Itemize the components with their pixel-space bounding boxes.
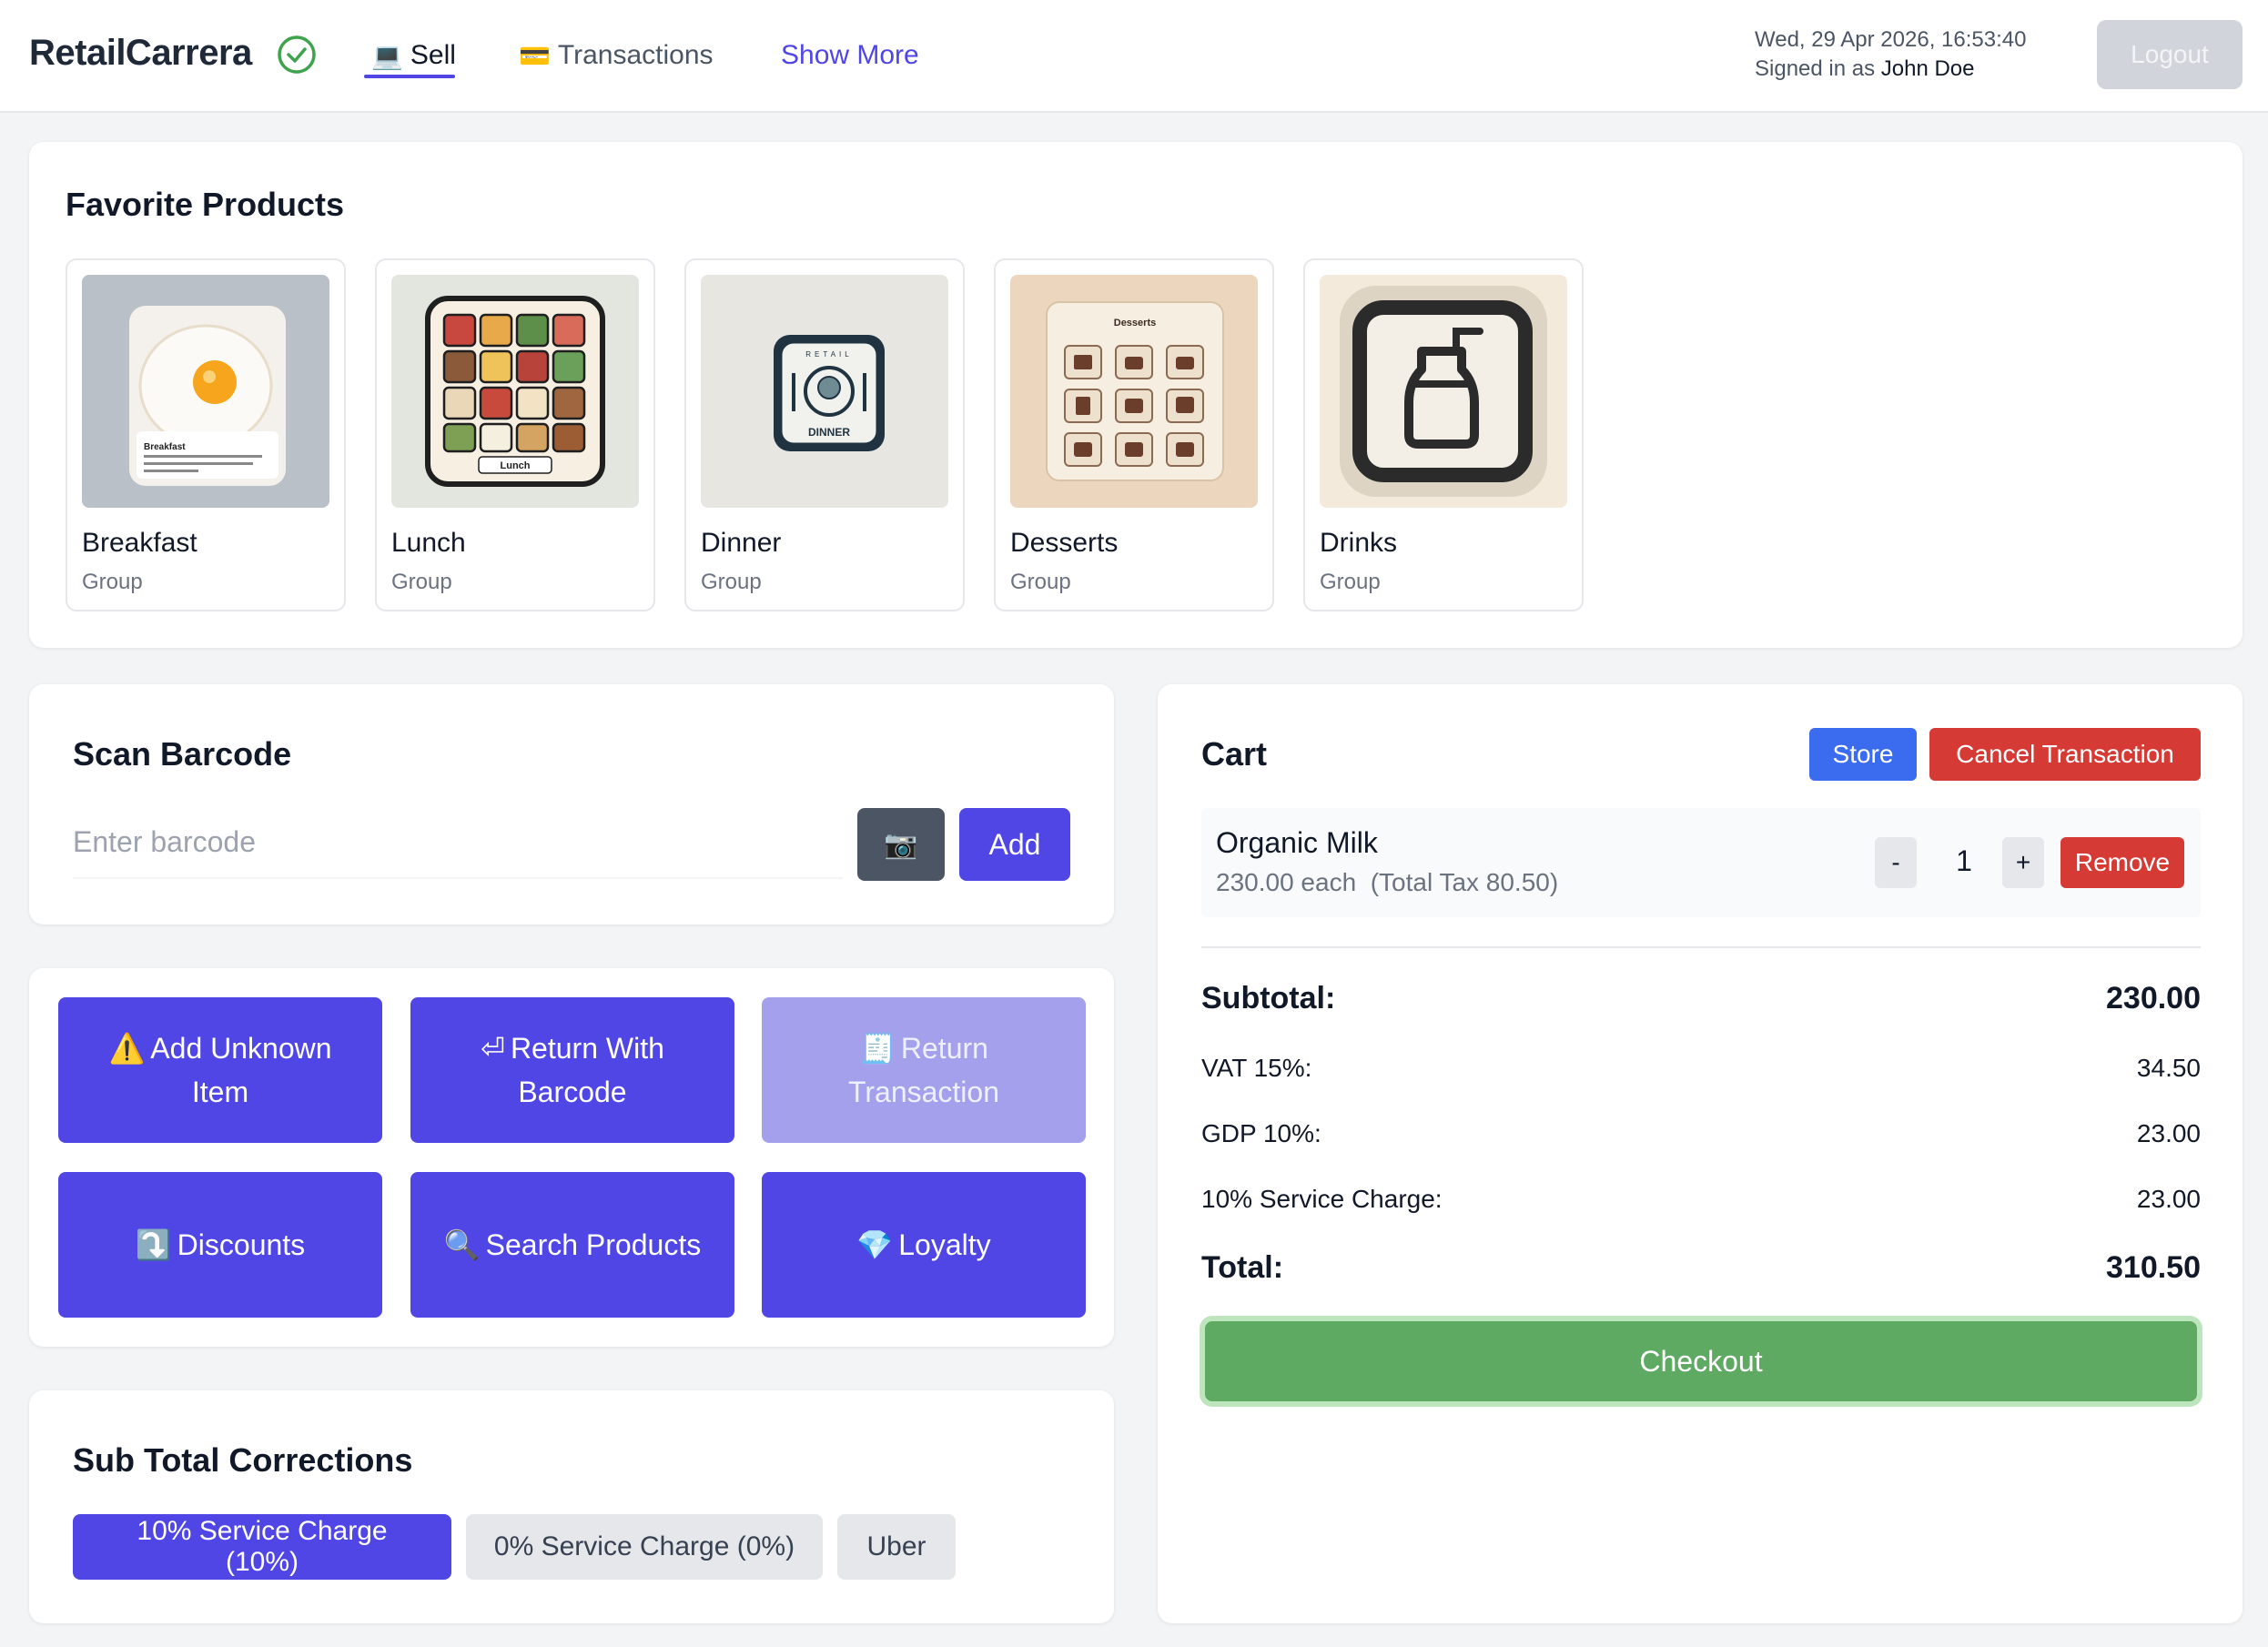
search-products-button[interactable]: 🔍 Search Products (410, 1172, 734, 1318)
favorite-tile-lunch[interactable]: Lunch Lunch Group (375, 258, 655, 611)
gem-icon: 💎 (856, 1228, 894, 1261)
increase-quantity-button[interactable]: + (2002, 837, 2044, 888)
cart-item-quantity: 1 (1956, 844, 1972, 877)
checkout-button[interactable]: Checkout (1205, 1321, 2197, 1401)
subtotal-label: Subtotal: (1201, 981, 1336, 1015)
camera-icon: 📷 (884, 829, 918, 860)
return-arrow-icon: ⏎ (481, 1032, 505, 1065)
vat-value: 34.50 (2136, 1054, 2201, 1082)
favorite-tile-desserts[interactable]: Desserts Desserts Group (994, 258, 1274, 611)
favorite-type: Group (82, 570, 143, 594)
total-row: Total: 310.50 (1201, 1250, 2201, 1286)
nav-show-more[interactable]: Show More (781, 40, 919, 71)
scan-barcode-panel (29, 684, 1114, 925)
signed-in-prefix: Signed in as (1755, 56, 1876, 81)
online-check-icon (278, 35, 316, 74)
desserts-image-label: Desserts (1114, 318, 1156, 328)
return-with-barcode-button[interactable]: ⏎ Return With Barcode (410, 997, 734, 1143)
cart-title: Cart (1201, 735, 1268, 773)
discount-arrow-icon: ⤵️ (135, 1228, 172, 1261)
nav-sell[interactable]: 💻 Sell (371, 40, 456, 71)
favorite-type: Group (1010, 570, 1071, 594)
action-label: Add Unknown Item (150, 1032, 332, 1108)
warning-icon: ⚠️ (108, 1032, 146, 1065)
discounts-button[interactable]: ⤵️ Discounts (58, 1172, 382, 1318)
subtotal-row: Subtotal: 230.00 (1201, 981, 2201, 1016)
service-charge-row: 10% Service Charge: 23.00 (1201, 1185, 2201, 1214)
favorite-name: Lunch (391, 528, 466, 558)
loyalty-button[interactable]: 💎 Loyalty (762, 1172, 1086, 1318)
service-charge-label: 10% Service Charge: (1201, 1185, 1443, 1213)
subtotal-corrections-title: Sub Total Corrections (73, 1441, 413, 1479)
cart-divider (1201, 946, 2201, 948)
favorite-type: Group (701, 570, 762, 594)
action-label: Search Products (485, 1228, 702, 1261)
add-unknown-item-button[interactable]: ⚠️ Add Unknown Item (58, 997, 382, 1143)
remove-item-button[interactable]: Remove (2060, 837, 2184, 888)
drinks-image (1320, 275, 1567, 508)
favorite-name: Breakfast (82, 528, 197, 558)
breakfast-image-label: Breakfast (144, 442, 186, 452)
favorite-tile-drinks[interactable]: Drinks Group (1303, 258, 1584, 611)
store-button[interactable]: Store (1809, 728, 1917, 781)
lunch-image: Lunch (391, 275, 639, 508)
favorite-type: Group (1320, 570, 1381, 594)
add-barcode-button[interactable]: Add (959, 808, 1070, 881)
receipt-icon: 🧾 (859, 1032, 896, 1065)
cancel-transaction-button[interactable]: Cancel Transaction (1929, 728, 2201, 781)
signed-in-line: Signed in as John Doe (1755, 55, 2026, 84)
current-datetime: Wed, 29 Apr 2026, 16:53:40 (1755, 27, 2027, 52)
total-label: Total: (1201, 1250, 1284, 1285)
favorite-name: Dinner (701, 528, 782, 558)
favorite-type: Group (391, 570, 452, 594)
dinner-image: RETAIL DINNER (701, 275, 948, 508)
gdp-row: GDP 10%: 23.00 (1201, 1119, 2201, 1148)
logout-button[interactable]: Logout (2097, 20, 2243, 89)
nav-sell-label: Sell (410, 40, 456, 70)
barcode-input[interactable] (73, 806, 843, 879)
correction-service-0[interactable]: 0% Service Charge (0%) (466, 1514, 823, 1580)
favorite-name: Drinks (1320, 528, 1398, 558)
favorite-tile-dinner[interactable]: RETAIL DINNER Dinner Group (684, 258, 965, 611)
search-icon: 🔍 (443, 1228, 481, 1261)
total-value: 310.50 (2106, 1250, 2201, 1285)
lunch-image-label: Lunch (501, 460, 531, 471)
service-charge-value: 23.00 (2136, 1185, 2201, 1213)
camera-scan-button[interactable]: 📷 (857, 808, 945, 881)
action-label: Discounts (177, 1228, 306, 1261)
active-tab-indicator (364, 75, 455, 78)
user-name: John Doe (1880, 56, 1975, 81)
gdp-value: 23.00 (2136, 1119, 2201, 1147)
favorite-tile-breakfast[interactable]: Breakfast Breakfast Group (66, 258, 346, 611)
favorites-title: Favorite Products (66, 186, 345, 223)
nav-transactions-label: Transactions (557, 40, 714, 70)
return-transaction-button[interactable]: 🧾 Return Transaction (762, 997, 1086, 1143)
action-label: Return With Barcode (510, 1032, 664, 1108)
decrease-quantity-button[interactable]: - (1875, 837, 1917, 888)
favorite-name: Desserts (1010, 528, 1119, 558)
gdp-label: GDP 10%: (1201, 1119, 1321, 1147)
session-info: Wed, 29 Apr 2026, 16:53:40 Signed in as … (1755, 25, 2026, 84)
vat-row: VAT 15%: 34.50 (1201, 1054, 2201, 1083)
action-label: Loyalty (898, 1228, 991, 1261)
correction-service-10[interactable]: 10% Service Charge (10%) (73, 1514, 451, 1580)
correction-uber[interactable]: Uber (837, 1514, 956, 1580)
card-icon: 💳 (519, 41, 551, 70)
cart-item-name: Organic Milk (1216, 826, 1378, 859)
scan-barcode-title: Scan Barcode (73, 735, 292, 773)
subtotal-corrections-panel (29, 1390, 1114, 1623)
desserts-image: Desserts (1010, 275, 1258, 508)
laptop-icon: 💻 (371, 41, 403, 70)
brand-name: RetailCarrera (29, 33, 252, 73)
nav-transactions[interactable]: 💳 Transactions (519, 40, 714, 71)
vat-label: VAT 15%: (1201, 1054, 1312, 1082)
top-bar: RetailCarrera 💻 Sell 💳 Transactions Show… (0, 0, 2268, 113)
cart-item-price: 230.00 each (Total Tax 80.50) (1216, 868, 1559, 896)
dinner-image-brand: RETAIL (805, 350, 852, 359)
breakfast-image: Breakfast (82, 275, 329, 508)
cart-line-item: Organic Milk 230.00 each (Total Tax 80.5… (1201, 808, 2201, 917)
dinner-image-label: DINNER (808, 426, 850, 439)
subtotal-value: 230.00 (2106, 981, 2201, 1015)
